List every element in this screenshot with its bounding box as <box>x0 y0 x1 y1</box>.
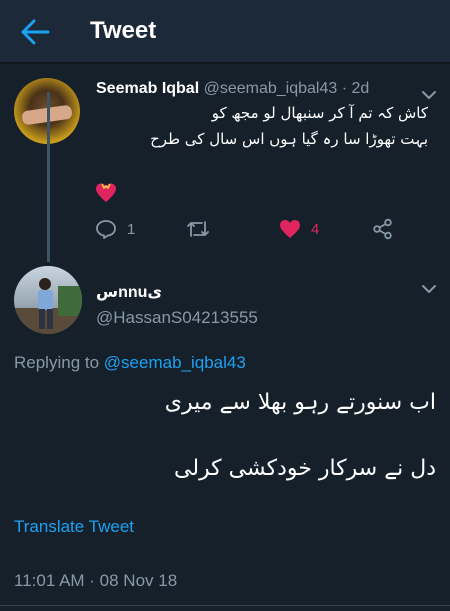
share-button[interactable] <box>372 216 394 242</box>
reply-count: 1 <box>127 220 136 238</box>
like-count: 4 <box>311 220 320 238</box>
heart-icon <box>280 220 300 238</box>
retweet-icon <box>187 221 209 237</box>
mention-link[interactable]: @seemab_iqbal43 <box>104 353 246 372</box>
chevron-down-icon[interactable] <box>421 90 437 100</box>
reply-button[interactable]: 1 <box>95 216 135 242</box>
relative-time: · 2d <box>341 80 370 97</box>
display-name[interactable]: Seemab Iqbal <box>96 80 199 97</box>
retweet-button[interactable] <box>186 216 220 242</box>
translate-tweet-link[interactable]: Translate Tweet <box>14 517 134 537</box>
replying-to-label: Replying to <box>14 353 104 372</box>
chevron-down-icon[interactable] <box>421 284 437 294</box>
share-icon <box>373 218 392 240</box>
user-handle: @HassanS04213555 <box>96 308 258 327</box>
like-button[interactable]: 4 <box>279 216 319 242</box>
tweet-text-line: دل نے سرکار خودکشی کرلی <box>174 456 436 481</box>
tweet-actions: 1 4 <box>0 216 450 246</box>
tweet-text-line: کاش کہ تم آ کر سنبھال لو مجھ کو <box>211 104 428 122</box>
tweet-timestamp: 11:01 AM · 08 Nov 18 <box>14 571 178 590</box>
reply-icon <box>96 220 116 239</box>
thread-connector <box>47 92 50 262</box>
divider <box>0 605 450 606</box>
replying-to: Replying to @seemab_iqbal43 <box>14 353 246 373</box>
display-name[interactable]: سnnuی <box>96 282 162 302</box>
focused-tweet: سnnuی @HassanS04213555 Replying to @seem… <box>0 260 450 611</box>
parent-tweet[interactable]: Seemab Iqbal @seemab_iqbal43 · 2d کاش کہ… <box>0 64 450 260</box>
person-photo-icon <box>14 278 82 334</box>
page-title: Tweet <box>90 17 157 44</box>
tweet-text-line: اب سنورتے رہو بھلا سے میری <box>164 390 436 415</box>
arrow-left-icon[interactable] <box>20 19 50 45</box>
heart-with-ribbon-icon <box>96 183 116 202</box>
tweet-text-line: بہت تھوڑا سا رہ گیا ہوں اس سال کی طرح <box>150 130 428 148</box>
top-app-bar: Tweet <box>0 0 450 62</box>
user-handle: @seemab_iqbal43 <box>203 80 338 97</box>
parent-tweet-header: Seemab Iqbal @seemab_iqbal43 · 2d <box>96 80 369 98</box>
avatar[interactable] <box>14 266 82 334</box>
